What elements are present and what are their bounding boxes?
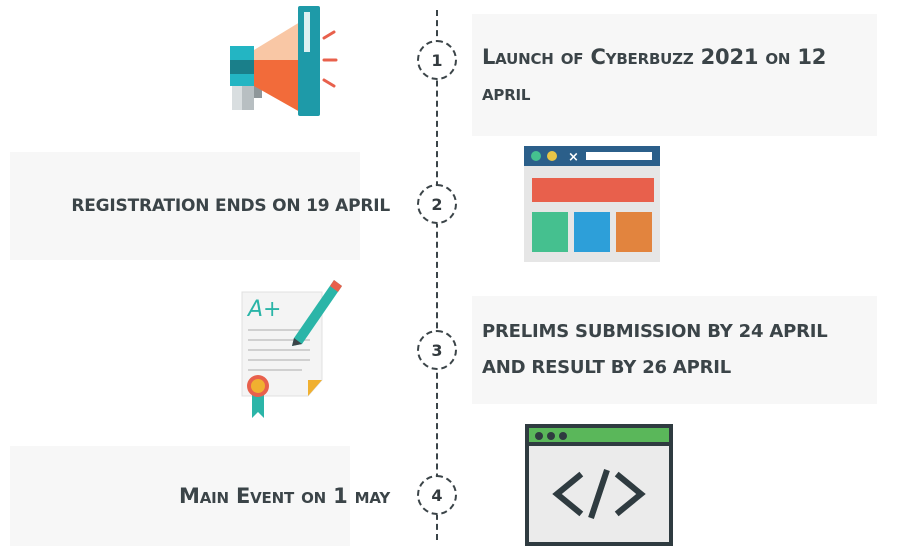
event-text-4: Main Event on 1 may — [179, 484, 390, 508]
event-box-2: registration ends on 19 april — [10, 152, 390, 260]
event-text-1: Launch of Cyberbuzz 2021 on 12 april — [482, 45, 827, 105]
step-number-3: 3 — [417, 330, 457, 370]
step-number-1: 1 — [417, 40, 457, 80]
browser-window-icon: × — [524, 146, 660, 262]
event-text-3: prelims submission by 24 april and resul… — [482, 321, 828, 378]
event-box-1: Launch of Cyberbuzz 2021 on 12 april — [472, 14, 877, 136]
step-number-4: 4 — [417, 475, 457, 515]
graded-certificate-icon: A+ — [236, 276, 346, 422]
event-box-4: Main Event on 1 may — [10, 446, 390, 546]
code-window-icon — [525, 424, 673, 546]
svg-text:A+: A+ — [246, 297, 281, 322]
event-text-2: registration ends on 19 april — [71, 196, 390, 216]
megaphone-icon — [228, 4, 340, 116]
svg-text:×: × — [568, 150, 579, 165]
timeline-line — [436, 10, 438, 540]
event-box-3: prelims submission by 24 april and resul… — [472, 296, 877, 404]
step-number-2: 2 — [417, 184, 457, 224]
